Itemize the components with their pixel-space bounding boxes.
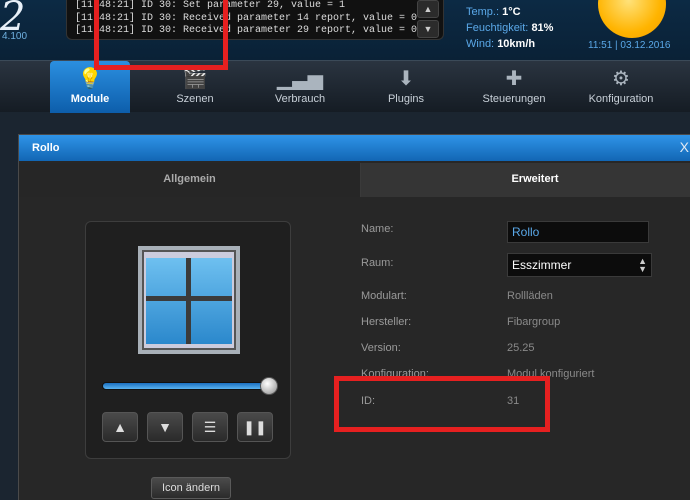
nav-label: Szenen xyxy=(176,93,214,105)
nav-item-szenen[interactable]: 🎬 Szenen xyxy=(160,61,230,113)
id-value: 31 xyxy=(507,395,520,407)
log-scroll-up-button[interactable]: ▲ xyxy=(417,0,439,18)
nav-label: Plugins xyxy=(387,93,425,105)
nav-item-plugins[interactable]: ⬇ Plugins xyxy=(376,61,436,113)
log-scroll-down-button[interactable]: ▼ xyxy=(417,20,439,38)
name-input[interactable] xyxy=(507,221,649,243)
humidity-label: Feuchtigkeit: xyxy=(466,22,529,34)
up-button[interactable]: ▲ xyxy=(102,412,138,442)
log-console: [11:48:21] ID 30: Set parameter 29, valu… xyxy=(66,0,444,40)
window-icon xyxy=(138,246,240,354)
version-label: Version: xyxy=(361,342,401,354)
room-label: Raum: xyxy=(361,257,394,269)
down-button[interactable]: ▼ xyxy=(147,412,183,442)
id-label: ID: xyxy=(361,395,376,407)
change-icon-button[interactable]: Icon ändern xyxy=(151,477,231,499)
select-arrows-icon: ▲ ▼ xyxy=(638,256,647,274)
dialog-tabs: Allgemein Erweitert xyxy=(19,163,690,197)
room-select[interactable]: Esszimmer ▲ ▼ xyxy=(507,253,652,277)
pause-button[interactable]: ❚❚ xyxy=(237,412,273,442)
nav-label: Verbrauch xyxy=(274,93,326,105)
chart-icon: ▁▃▅ xyxy=(276,68,324,90)
nav-item-steuerungen[interactable]: ✚ Steuerungen xyxy=(474,61,554,113)
gear-icon: ⚙ xyxy=(612,68,630,90)
wind-value: 10km/h xyxy=(497,38,536,50)
nav-item-verbrauch[interactable]: ▁▃▅ Verbrauch xyxy=(265,61,335,113)
nav-label: Module xyxy=(70,93,110,105)
room-value: Esszimmer xyxy=(512,258,572,272)
close-button[interactable]: X xyxy=(680,139,689,155)
name-label: Name: xyxy=(361,223,394,235)
tab-erweitert[interactable]: Erweitert xyxy=(361,163,690,197)
nav-label: Konfiguration xyxy=(588,93,654,105)
config-label: Konfiguration: xyxy=(361,368,429,380)
log-line: [11:48:21] ID 30: Received parameter 29 … xyxy=(75,25,418,36)
clock: 11:51 | 03.12.2016 xyxy=(588,40,671,51)
dialog-title: Rollo xyxy=(19,135,690,161)
bulb-icon: 💡 xyxy=(77,68,103,90)
box-icon: ⬇ xyxy=(397,68,415,90)
weather-panel: Temp.: 1°C Feuchtigkeit: 81% Wind: 10km/… xyxy=(466,4,553,52)
version-value: 25.25 xyxy=(507,342,535,354)
log-line: [11:48:21] ID 30: Set parameter 29, valu… xyxy=(75,0,346,11)
log-line: [11:48:21] ID 30: Received parameter 14 … xyxy=(75,12,418,24)
sun-icon xyxy=(598,0,666,38)
type-value: Rollläden xyxy=(507,290,553,302)
position-slider[interactable] xyxy=(102,382,274,390)
tab-allgemein[interactable]: Allgemein xyxy=(19,163,361,197)
wind-label: Wind: xyxy=(466,38,495,50)
top-bar: 2 4.100 [11:48:21] ID 30: Set parameter … xyxy=(0,0,690,60)
manufacturer-label: Hersteller: xyxy=(361,316,412,328)
menu-button[interactable]: ☰ xyxy=(192,412,228,442)
manufacturer-value: Fibargroup xyxy=(507,316,561,328)
main-nav: 💡 Module 🎬 Szenen ▁▃▅ Verbrauch ⬇ Plugin… xyxy=(0,60,690,113)
module-preview: ▲ ▼ ☰ ❚❚ xyxy=(85,221,291,459)
version-label: 4.100 xyxy=(2,31,28,42)
nav-label: Steuerungen xyxy=(482,93,546,105)
nav-item-module[interactable]: 💡 Module xyxy=(50,61,130,113)
config-value: Modul konfiguriert xyxy=(507,368,595,380)
clapper-icon: 🎬 xyxy=(182,68,208,90)
module-dialog: Rollo X Allgemein Erweitert ▲ ▼ ☰ ❚❚ Ico… xyxy=(18,134,690,500)
slider-handle[interactable] xyxy=(260,377,278,395)
puzzle-icon: ✚ xyxy=(505,68,523,90)
humidity-value: 81% xyxy=(531,22,554,34)
nav-item-konfiguration[interactable]: ⚙ Konfiguration xyxy=(578,61,664,113)
temp-value: 1°C xyxy=(502,6,521,18)
type-label: Modulart: xyxy=(361,290,407,302)
temp-label: Temp.: xyxy=(466,6,500,18)
